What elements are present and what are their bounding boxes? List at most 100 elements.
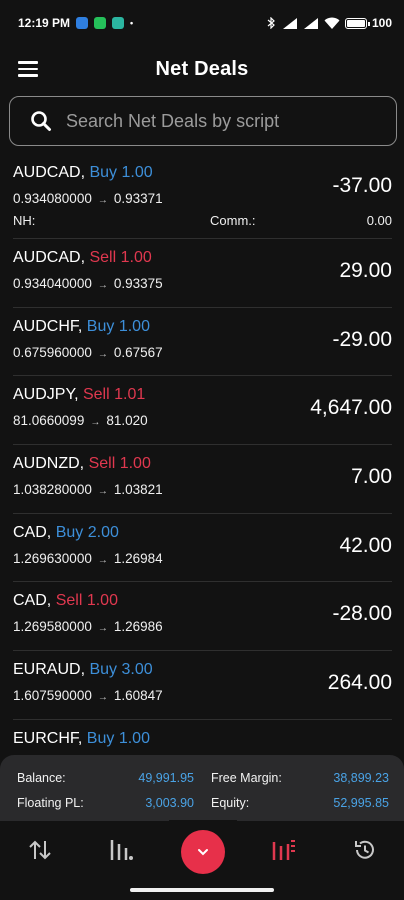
deal-side: Buy bbox=[89, 164, 118, 181]
floating-pl-value: 3,003.90 bbox=[145, 796, 194, 810]
deal-prices: 0.934040000 → 0.93375 bbox=[13, 276, 163, 291]
deal-row[interactable]: CAD, Sell 1.00 1.269580000 → 1.26986 -28.00 bbox=[0, 582, 404, 651]
balance-label: Balance: bbox=[17, 771, 66, 785]
wifi-icon bbox=[324, 17, 340, 29]
deal-prices: 0.934080000 → 0.93371 bbox=[13, 191, 163, 206]
current-price: 1.03821 bbox=[113, 482, 163, 498]
deal-side: Sell bbox=[55, 592, 83, 610]
deal-title: AUDJPY, Sell 1.01 bbox=[13, 386, 145, 404]
deal-prices: 1.038280000 → 1.03821 bbox=[13, 482, 163, 497]
deal-profit-loss: 29.00 bbox=[339, 259, 392, 282]
deal-prices: 81.0660099 → 81.020 bbox=[13, 413, 148, 428]
battery-level: 100 bbox=[371, 16, 392, 30]
current-price: 0.93371 bbox=[113, 191, 163, 206]
deal-prices: 0.675960000 → 0.67567 bbox=[13, 345, 163, 360]
nav-swap[interactable] bbox=[25, 835, 55, 865]
balance-value: 49,991.95 bbox=[138, 771, 194, 785]
deal-symbol: AUDNZD, bbox=[13, 455, 85, 473]
deal-volume: 1.00 bbox=[121, 164, 153, 181]
arrow-right-icon: → bbox=[97, 280, 108, 291]
notification-app-icon bbox=[112, 17, 125, 29]
search-icon bbox=[31, 111, 51, 131]
deal-prices: 1.269630000 → 1.26984 bbox=[13, 551, 163, 566]
deal-profit-loss: -28.00 bbox=[332, 602, 392, 626]
deal-profit-loss: -37.00 bbox=[332, 174, 392, 197]
search-bar[interactable] bbox=[9, 96, 397, 146]
open-price: 1.038280000 bbox=[13, 482, 92, 498]
deal-prices: 1.269580000 → 1.26986 bbox=[13, 619, 163, 634]
deal-title: EURAUD, Buy 3.00 bbox=[13, 661, 153, 679]
deal-profit-loss: 42.00 bbox=[339, 533, 392, 557]
swap-arrows-icon bbox=[29, 840, 51, 860]
current-price: 1.26984 bbox=[113, 550, 163, 566]
deal-title: AUDCAD, Buy 1.00 bbox=[13, 164, 153, 182]
commission-label: Comm.: bbox=[210, 213, 256, 228]
deal-volume: 1.00 bbox=[118, 729, 150, 747]
deal-profit-loss: 7.00 bbox=[351, 465, 392, 489]
floating-pl-label: Floating PL: bbox=[17, 796, 84, 810]
arrow-right-icon: → bbox=[97, 348, 108, 360]
center-action-button[interactable] bbox=[181, 830, 225, 874]
deal-title: CAD, Sell 1.00 bbox=[13, 592, 118, 610]
deal-side: Sell bbox=[88, 455, 116, 473]
deal-side: Buy bbox=[55, 523, 84, 541]
hamburger-menu-icon[interactable] bbox=[18, 58, 40, 80]
deal-title: AUDNZD, Sell 1.00 bbox=[13, 455, 151, 473]
signal-icon bbox=[303, 18, 318, 29]
deal-volume: 1.00 bbox=[119, 455, 151, 473]
arrow-right-icon: → bbox=[90, 417, 101, 429]
current-price: 0.67567 bbox=[113, 344, 163, 360]
status-bar: 12:19 PM • 100 bbox=[0, 0, 404, 46]
more-notifications-icon: • bbox=[130, 18, 134, 28]
deal-symbol: AUDCAD, bbox=[13, 164, 86, 181]
net-deals-chart-icon bbox=[272, 840, 295, 860]
nav-quotes[interactable] bbox=[106, 835, 136, 865]
deal-profit-loss: 264.00 bbox=[327, 671, 392, 695]
deal-side: Sell bbox=[82, 386, 110, 404]
deal-side: Buy bbox=[86, 317, 115, 335]
app-header: Net Deals bbox=[0, 46, 404, 92]
deal-volume: 1.00 bbox=[86, 592, 118, 610]
open-price: 0.934080000 bbox=[13, 191, 92, 206]
arrow-right-icon: → bbox=[97, 195, 108, 206]
notification-app-icon bbox=[76, 17, 89, 29]
bottom-navigation bbox=[0, 820, 404, 883]
arrow-right-icon: → bbox=[97, 692, 108, 704]
nav-history[interactable] bbox=[350, 835, 380, 865]
net-deals-list[interactable]: AUDCAD, Buy 1.00 0.934080000 → 0.93371 -37.0… bbox=[0, 154, 404, 754]
current-price: 81.020 bbox=[106, 413, 148, 429]
deal-title: CAD, Buy 2.00 bbox=[13, 524, 119, 542]
open-price: 81.0660099 bbox=[13, 413, 85, 429]
chevron-down-icon bbox=[198, 849, 208, 856]
deal-row[interactable]: AUDJPY, Sell 1.01 81.0660099 → 81.020 4,647.… bbox=[0, 376, 404, 445]
deal-row[interactable]: AUDCAD, Sell 1.00 0.934040000 → 0.93375 29.0… bbox=[0, 239, 404, 308]
whatsapp-icon bbox=[94, 17, 107, 29]
open-price: 0.675960000 bbox=[13, 344, 92, 360]
search-input[interactable] bbox=[66, 110, 366, 132]
deal-symbol: EURAUD, bbox=[13, 661, 86, 679]
current-price: 0.93375 bbox=[113, 276, 163, 291]
equity-value: 52,995.85 bbox=[333, 796, 389, 810]
deal-row[interactable]: AUDCAD, Buy 1.00 0.934080000 → 0.93371 -37.0… bbox=[0, 154, 404, 239]
page-title: Net Deals bbox=[155, 57, 249, 80]
open-price: 1.607590000 bbox=[13, 688, 92, 704]
deal-symbol: AUDJPY, bbox=[13, 386, 79, 404]
deal-volume: 2.00 bbox=[87, 523, 119, 541]
account-summary: Balance: 49,991.95 Free Margin: 38,899.2… bbox=[0, 755, 404, 821]
history-icon bbox=[355, 840, 374, 859]
deal-symbol: CAD, bbox=[13, 523, 52, 541]
deal-row[interactable]: EURAUD, Buy 3.00 1.607590000 → 1.60847 264.0… bbox=[0, 651, 404, 720]
bluetooth-icon bbox=[267, 17, 275, 29]
deal-row[interactable]: AUDCHF, Buy 1.00 0.675960000 → 0.67567 -29.0… bbox=[0, 308, 404, 377]
nav-net-deals[interactable] bbox=[268, 835, 298, 865]
deal-row[interactable]: CAD, Buy 2.00 1.269630000 → 1.26984 42.00 bbox=[0, 514, 404, 583]
deal-row[interactable]: AUDNZD, Sell 1.00 1.038280000 → 1.03821 7.00 bbox=[0, 445, 404, 514]
free-margin-label: Free Margin: bbox=[211, 771, 282, 785]
home-indicator[interactable] bbox=[130, 888, 274, 892]
current-price: 1.60847 bbox=[113, 688, 163, 704]
deal-volume: 1.00 bbox=[118, 317, 150, 335]
deal-row[interactable]: EURCHF, Buy 1.00 bbox=[0, 720, 404, 754]
open-price: 1.269630000 bbox=[13, 550, 92, 566]
arrow-right-icon: → bbox=[97, 623, 108, 635]
free-margin-value: 38,899.23 bbox=[333, 771, 389, 785]
